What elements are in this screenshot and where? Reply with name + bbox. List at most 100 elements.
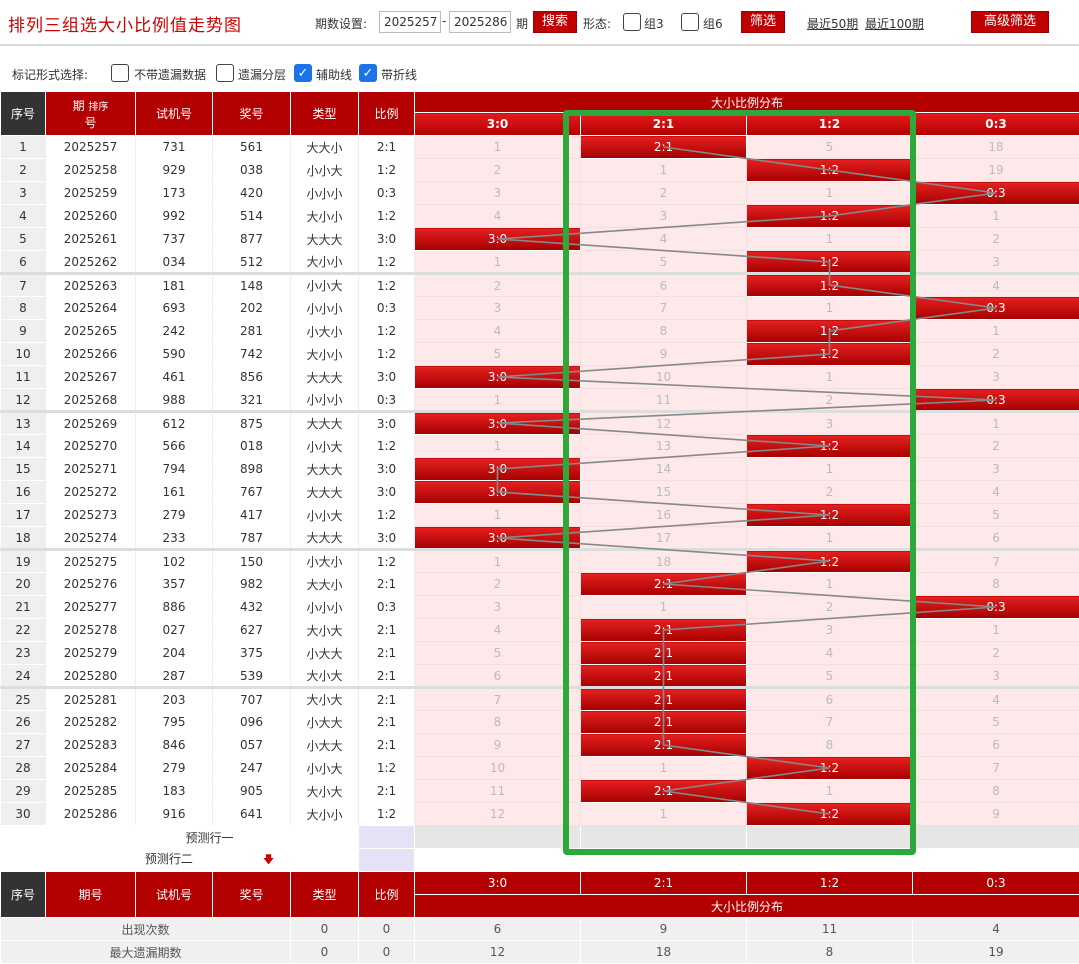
hit-cell[interactable]: 3:0 [414, 457, 581, 481]
predict-cell[interactable] [580, 825, 747, 849]
miss-cell[interactable]: 1 [746, 181, 913, 205]
miss-cell[interactable]: 3 [911, 664, 1079, 689]
miss-cell[interactable]: 4 [911, 687, 1079, 711]
hit-cell[interactable]: 3:0 [414, 411, 581, 435]
col-period[interactable]: 期 排序号 [45, 91, 136, 136]
hit-cell[interactable]: 3:0 [414, 365, 581, 389]
miss-cell[interactable]: 8 [911, 572, 1079, 596]
miss-cell[interactable]: 6 [911, 526, 1079, 551]
miss-cell[interactable]: 1 [746, 526, 913, 551]
miss-cell[interactable]: 9 [580, 342, 747, 366]
recent100-link[interactable]: 最近100期 [865, 15, 924, 32]
miss-cell[interactable]: 1 [414, 549, 581, 573]
miss-cell[interactable]: 4 [580, 227, 747, 251]
miss-cell[interactable]: 2 [911, 641, 1079, 665]
miss-cell[interactable]: 10 [580, 365, 747, 389]
miss-cell[interactable]: 5 [746, 135, 913, 159]
predict-cell[interactable] [746, 825, 913, 849]
miss-cell[interactable]: 1 [746, 457, 913, 481]
miss-cell[interactable]: 5 [911, 503, 1079, 527]
aux-line-checkbox[interactable]: ✓ [294, 64, 312, 82]
miss-cell[interactable]: 2 [911, 342, 1079, 366]
hit-cell[interactable]: 3:0 [414, 480, 581, 504]
predict-cell[interactable] [414, 848, 581, 872]
hit-cell[interactable]: 2:1 [580, 572, 747, 596]
miss-cell[interactable]: 15 [580, 480, 747, 504]
miss-cell[interactable]: 5 [580, 250, 747, 275]
miss-cell[interactable]: 1 [580, 158, 747, 182]
miss-cell[interactable]: 7 [746, 710, 913, 734]
miss-cell[interactable]: 4 [414, 204, 581, 228]
miss-cell[interactable]: 2 [746, 480, 913, 504]
miss-cell[interactable]: 3 [580, 204, 747, 228]
miss-cell[interactable]: 1 [580, 756, 747, 780]
miss-cell[interactable]: 7 [911, 549, 1079, 573]
hit-cell[interactable]: 1:2 [746, 434, 913, 458]
miss-cell[interactable]: 6 [911, 733, 1079, 757]
miss-cell[interactable]: 2 [414, 273, 581, 297]
miss-cell[interactable]: 1 [911, 204, 1079, 228]
miss-layer-checkbox[interactable] [216, 64, 234, 82]
miss-cell[interactable]: 1 [911, 319, 1079, 343]
miss-cell[interactable]: 1 [746, 227, 913, 251]
miss-cell[interactable]: 1 [414, 250, 581, 275]
miss-cell[interactable]: 12 [580, 411, 747, 435]
hit-cell[interactable]: 1:2 [746, 319, 913, 343]
hit-cell[interactable]: 1:2 [746, 158, 913, 182]
hit-cell[interactable]: 1:2 [746, 342, 913, 366]
miss-cell[interactable]: 5 [746, 664, 913, 689]
miss-cell[interactable]: 4 [746, 641, 913, 665]
arrow-down-icon[interactable]: 🡇 [263, 853, 274, 866]
miss-cell[interactable]: 2 [746, 388, 913, 413]
predict-cell[interactable] [911, 825, 1079, 849]
miss-cell[interactable]: 8 [911, 779, 1079, 803]
hit-cell[interactable]: 2:1 [580, 664, 747, 689]
miss-cell[interactable]: 1 [911, 618, 1079, 642]
miss-cell[interactable]: 2 [911, 434, 1079, 458]
miss-cell[interactable]: 1 [580, 802, 747, 826]
hit-cell[interactable]: 1:2 [746, 503, 913, 527]
miss-cell[interactable]: 11 [414, 779, 581, 803]
miss-cell[interactable]: 3 [414, 181, 581, 205]
miss-cell[interactable]: 2 [746, 595, 913, 619]
miss-cell[interactable]: 18 [580, 549, 747, 573]
miss-cell[interactable]: 6 [580, 273, 747, 297]
advanced-filter-button[interactable]: 高级筛选 [971, 11, 1049, 33]
miss-cell[interactable]: 1 [414, 503, 581, 527]
predict-cell[interactable] [358, 848, 415, 872]
miss-cell[interactable]: 8 [746, 733, 913, 757]
hit-cell[interactable]: 0:3 [911, 595, 1079, 619]
group6-checkbox[interactable] [681, 13, 699, 31]
miss-cell[interactable]: 10 [414, 756, 581, 780]
miss-cell[interactable]: 7 [911, 756, 1079, 780]
hit-cell[interactable]: 3:0 [414, 227, 581, 251]
miss-cell[interactable]: 5 [414, 641, 581, 665]
miss-cell[interactable]: 3 [911, 365, 1079, 389]
hit-cell[interactable]: 2:1 [580, 687, 747, 711]
miss-cell[interactable]: 1 [746, 779, 913, 803]
hit-cell[interactable]: 0:3 [911, 181, 1079, 205]
miss-cell[interactable]: 4 [414, 319, 581, 343]
miss-cell[interactable]: 1 [414, 434, 581, 458]
miss-cell[interactable]: 4 [911, 480, 1079, 504]
miss-cell[interactable]: 3 [911, 457, 1079, 481]
miss-cell[interactable]: 5 [911, 710, 1079, 734]
miss-cell[interactable]: 5 [414, 342, 581, 366]
predict-cell[interactable] [911, 848, 1079, 872]
miss-cell[interactable]: 2 [414, 572, 581, 596]
hit-cell[interactable]: 2:1 [580, 710, 747, 734]
hit-cell[interactable]: 2:1 [580, 618, 747, 642]
miss-cell[interactable]: 4 [911, 273, 1079, 297]
predict-cell[interactable] [414, 825, 581, 849]
miss-cell[interactable]: 3 [414, 296, 581, 320]
miss-cell[interactable]: 18 [911, 135, 1079, 159]
miss-cell[interactable]: 1 [414, 135, 581, 159]
miss-cell[interactable]: 14 [580, 457, 747, 481]
polyline-checkbox[interactable]: ✓ [359, 64, 377, 82]
miss-cell[interactable]: 1 [746, 365, 913, 389]
miss-cell[interactable]: 6 [746, 687, 913, 711]
hit-cell[interactable]: 2:1 [580, 135, 747, 159]
miss-cell[interactable]: 1 [414, 388, 581, 413]
miss-cell[interactable]: 3 [746, 618, 913, 642]
miss-cell[interactable]: 1 [580, 595, 747, 619]
